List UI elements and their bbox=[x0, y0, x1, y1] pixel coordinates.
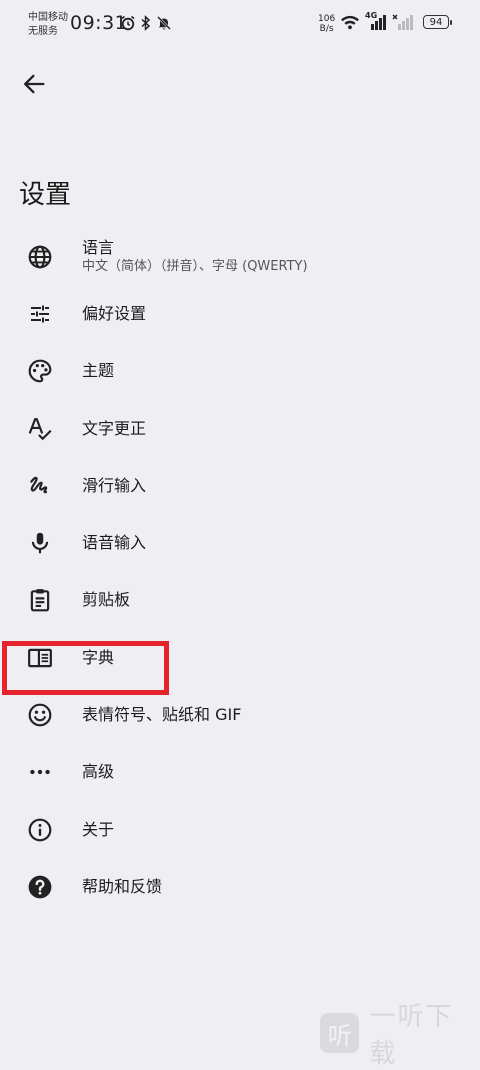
speed-unit: B/s bbox=[319, 24, 334, 34]
no-signal-icon bbox=[392, 14, 413, 30]
globe-icon bbox=[27, 244, 53, 270]
alarm-icon bbox=[121, 15, 135, 31]
watermark: 听 一听下载 bbox=[320, 996, 480, 1070]
status-right: 4G 94 bbox=[340, 11, 452, 30]
spellcheck-icon bbox=[27, 416, 53, 442]
settings-item-summary: 中文（简体）（拼音）、字母 (QWERTY) bbox=[82, 258, 308, 274]
settings-item-label: 关于 bbox=[82, 819, 115, 839]
bluetooth-icon bbox=[141, 15, 151, 31]
settings-item-label: 滑行输入 bbox=[82, 475, 147, 495]
settings-list: 语言 中文（简体）（拼音）、字母 (QWERTY) 偏好设置 主题 文字更正 滑… bbox=[0, 228, 480, 916]
settings-item-theme[interactable]: 主题 bbox=[0, 343, 480, 400]
back-button[interactable] bbox=[20, 70, 48, 98]
settings-item-label: 帮助和反馈 bbox=[82, 876, 163, 896]
status-time: 09:31 bbox=[70, 12, 128, 34]
network-speed: 106 B/s bbox=[318, 14, 335, 34]
settings-item-advanced[interactable]: 高级 bbox=[0, 744, 480, 801]
status-bar: 中国移动 无服务 09:31 106 B/s 4G 94 bbox=[0, 0, 480, 44]
watermark-text: 一听下载 bbox=[369, 1002, 454, 1069]
settings-item-emoji[interactable]: 表情符号、贴纸和 GIF bbox=[0, 686, 480, 743]
watermark-logo: 听 bbox=[320, 1013, 360, 1053]
dictionary-book-icon bbox=[27, 645, 53, 671]
carrier-info: 中国移动 无服务 bbox=[28, 11, 68, 39]
signal-bars-icon bbox=[371, 15, 386, 30]
settings-item-label: 高级 bbox=[82, 762, 115, 782]
settings-item-label: 表情符号、贴纸和 GIF bbox=[82, 705, 242, 725]
settings-item-glide-typing[interactable]: 滑行输入 bbox=[0, 457, 480, 514]
mute-bell-icon bbox=[157, 16, 171, 30]
settings-item-help[interactable]: 帮助和反馈 bbox=[0, 858, 480, 915]
speed-value: 106 bbox=[318, 14, 336, 24]
microphone-icon bbox=[27, 530, 53, 556]
settings-item-label: 语音输入 bbox=[82, 533, 147, 553]
emoji-icon bbox=[27, 702, 53, 728]
wifi-icon bbox=[341, 15, 359, 30]
info-icon bbox=[27, 817, 53, 843]
settings-item-text: 语言 中文（简体）（拼音）、字母 (QWERTY) bbox=[82, 238, 308, 276]
page-title: 设置 bbox=[19, 180, 72, 210]
clipboard-icon bbox=[27, 587, 53, 613]
arrow-left-icon bbox=[24, 74, 45, 94]
settings-item-voice-input[interactable]: 语音输入 bbox=[0, 514, 480, 571]
settings-item-about[interactable]: 关于 bbox=[0, 801, 480, 858]
palette-icon bbox=[27, 358, 53, 384]
more-dots-icon bbox=[27, 759, 53, 785]
settings-item-language[interactable]: 语言 中文（简体）（拼音）、字母 (QWERTY) bbox=[0, 228, 480, 285]
carrier-name: 中国移动 bbox=[28, 12, 68, 23]
settings-item-label: 主题 bbox=[82, 361, 115, 381]
settings-item-dictionary[interactable]: 字典 bbox=[0, 629, 480, 686]
carrier-status: 无服务 bbox=[28, 26, 58, 37]
settings-item-clipboard[interactable]: 剪贴板 bbox=[0, 572, 480, 629]
settings-item-label: 字典 bbox=[82, 647, 115, 667]
settings-item-preferences[interactable]: 偏好设置 bbox=[0, 285, 480, 342]
battery-indicator: 94 bbox=[423, 15, 452, 29]
settings-item-label: 偏好设置 bbox=[82, 303, 147, 323]
settings-item-text-correction[interactable]: 文字更正 bbox=[0, 400, 480, 457]
tune-sliders-icon bbox=[27, 301, 53, 327]
gesture-icon bbox=[27, 473, 53, 499]
settings-item-label: 剪贴板 bbox=[82, 590, 131, 610]
settings-item-label: 文字更正 bbox=[82, 418, 147, 438]
status-icons bbox=[120, 15, 172, 31]
settings-item-label: 语言 bbox=[82, 237, 115, 257]
help-icon bbox=[27, 874, 53, 900]
cell-signal: 4G bbox=[365, 11, 387, 30]
